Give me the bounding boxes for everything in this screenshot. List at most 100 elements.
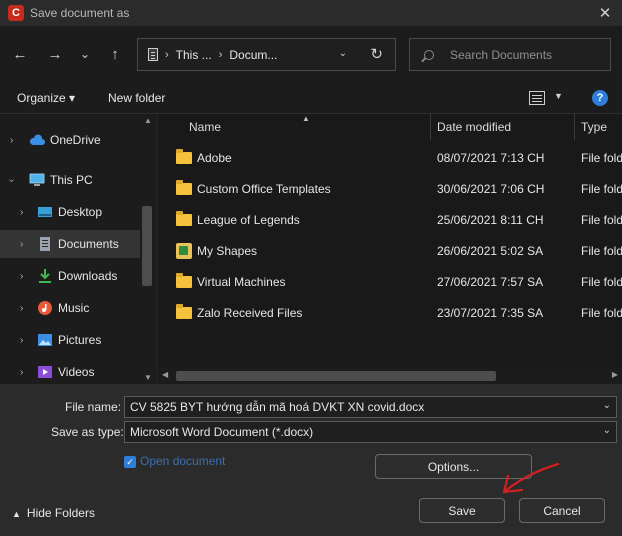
collapse-chevron-icon[interactable]: › bbox=[6, 178, 17, 181]
folder-icon bbox=[176, 180, 192, 195]
breadcrumb-documents[interactable]: Docum... bbox=[229, 48, 277, 62]
folder-icon bbox=[176, 211, 192, 226]
file-row-zalo-received-files[interactable]: Zalo Received Files 23/07/2021 7:35 SA F… bbox=[158, 298, 622, 329]
column-header-date-modified[interactable]: Date modified bbox=[431, 114, 575, 140]
hide-folders-label: Hide Folders bbox=[26, 506, 95, 520]
column-header-name[interactable]: Name bbox=[158, 114, 431, 140]
search-box[interactable]: Search Documents bbox=[409, 38, 611, 71]
expand-chevron-icon[interactable]: › bbox=[20, 367, 23, 378]
file-name: League of Legends bbox=[197, 213, 300, 227]
file-date: 30/06/2021 7:06 CH bbox=[437, 182, 545, 196]
file-list-horizontal-scrollbar[interactable]: ◀ ▶ bbox=[158, 368, 622, 384]
up-arrow-icon[interactable]: ↑ bbox=[104, 44, 126, 64]
organize-button[interactable]: Organize ▾ bbox=[17, 91, 75, 105]
file-name: Adobe bbox=[197, 151, 232, 165]
annotation-arrow-icon bbox=[502, 462, 560, 494]
music-icon bbox=[38, 301, 52, 315]
recent-locations-chevron-icon[interactable]: ⌄ bbox=[74, 44, 96, 64]
file-row-custom-office-templates[interactable]: Custom Office Templates 30/06/2021 7:06 … bbox=[158, 174, 622, 205]
file-row-my-shapes[interactable]: My Shapes 26/06/2021 5:02 SA File folder bbox=[158, 236, 622, 267]
tree-label: Downloads bbox=[58, 269, 118, 283]
save-as-type-select[interactable]: Microsoft Word Document (*.docx) ⌄ bbox=[124, 421, 617, 443]
breadcrumb-separator-icon: › bbox=[218, 48, 223, 61]
scrollbar-thumb[interactable] bbox=[142, 206, 152, 286]
command-bar: Organize ▾ New folder ▼ ? bbox=[0, 82, 622, 114]
tree-item-pictures[interactable]: › Pictures bbox=[0, 326, 140, 354]
shapes-folder-icon bbox=[176, 243, 192, 259]
forward-arrow-icon[interactable]: → bbox=[44, 44, 66, 64]
scrollbar-thumb[interactable] bbox=[176, 371, 496, 381]
file-name: Virtual Machines bbox=[197, 275, 286, 289]
tree-label: Pictures bbox=[58, 333, 102, 347]
file-type: File folder bbox=[581, 275, 622, 289]
expand-chevron-icon[interactable]: › bbox=[20, 303, 23, 314]
chevron-down-icon[interactable]: ⌄ bbox=[603, 400, 611, 411]
file-type: File folder bbox=[581, 244, 622, 258]
file-row-league-of-legends[interactable]: League of Legends 25/06/2021 8:11 CH Fil… bbox=[158, 205, 622, 236]
file-name: My Shapes bbox=[197, 244, 258, 258]
file-type: File folder bbox=[581, 182, 622, 196]
refresh-icon[interactable]: ↻ bbox=[370, 45, 383, 63]
scroll-down-icon[interactable]: ▼ bbox=[144, 373, 152, 382]
expand-chevron-icon[interactable]: › bbox=[20, 239, 23, 250]
help-icon[interactable]: ? bbox=[592, 90, 608, 106]
folder-icon bbox=[176, 304, 192, 319]
cloud-icon bbox=[29, 134, 45, 145]
search-input[interactable]: Search Documents bbox=[450, 48, 552, 62]
close-icon[interactable]: ✕ bbox=[594, 2, 616, 24]
tree-label: Desktop bbox=[58, 205, 103, 219]
tree-item-documents[interactable]: › Documents bbox=[0, 230, 140, 258]
tree-label: OneDrive bbox=[50, 133, 101, 147]
tree-item-videos[interactable]: › Videos bbox=[0, 358, 140, 384]
file-row-adobe[interactable]: Adobe 08/07/2021 7:13 CH File folder bbox=[158, 143, 622, 174]
breadcrumb-separator-icon: › bbox=[165, 48, 169, 61]
expand-chevron-icon[interactable]: › bbox=[10, 135, 13, 146]
scroll-right-icon[interactable]: ▶ bbox=[612, 370, 618, 379]
videos-icon bbox=[38, 366, 52, 378]
view-dropdown-chevron-icon[interactable]: ▼ bbox=[554, 91, 563, 101]
open-document-checkbox[interactable]: ✓ bbox=[124, 456, 136, 468]
column-header-type[interactable]: Type bbox=[575, 114, 622, 140]
save-button[interactable]: Save bbox=[419, 498, 505, 523]
hide-folders-button[interactable]: ▲ Hide Folders bbox=[12, 506, 95, 520]
expand-chevron-icon[interactable]: › bbox=[20, 271, 23, 282]
tree-item-music[interactable]: › Music bbox=[0, 294, 140, 322]
folder-icon bbox=[176, 273, 192, 288]
address-dropdown-chevron-icon[interactable]: ⌄ bbox=[339, 48, 347, 59]
scroll-left-icon[interactable]: ◀ bbox=[162, 370, 168, 379]
tree-label: This PC bbox=[50, 173, 93, 187]
tree-item-downloads[interactable]: › Downloads bbox=[0, 262, 140, 290]
view-options-icon[interactable] bbox=[529, 91, 545, 105]
folder-icon bbox=[176, 149, 192, 164]
documents-icon bbox=[40, 237, 50, 251]
cancel-button[interactable]: Cancel bbox=[519, 498, 605, 523]
tree-item-this-pc[interactable]: › This PC bbox=[0, 166, 140, 194]
file-row-virtual-machines[interactable]: Virtual Machines 27/06/2021 7:57 SA File… bbox=[158, 267, 622, 298]
file-date: 27/06/2021 7:57 SA bbox=[437, 275, 544, 289]
chevron-up-icon: ▲ bbox=[12, 509, 21, 519]
chevron-down-icon[interactable]: ⌄ bbox=[603, 425, 611, 436]
scroll-up-icon[interactable]: ▲ bbox=[144, 116, 152, 125]
pictures-icon bbox=[38, 334, 52, 346]
file-date: 25/06/2021 8:11 CH bbox=[437, 213, 544, 227]
expand-chevron-icon[interactable]: › bbox=[20, 207, 23, 218]
file-name: Zalo Received Files bbox=[197, 306, 303, 320]
expand-chevron-icon[interactable]: › bbox=[20, 335, 23, 346]
open-document-label[interactable]: Open document bbox=[140, 454, 225, 468]
tree-label: Videos bbox=[58, 365, 95, 379]
file-name-field[interactable]: CV 5825 BYT hướng dẫn mã hoá DVKT XN cov… bbox=[124, 396, 617, 418]
file-date: 23/07/2021 7:35 SA bbox=[437, 306, 544, 320]
breadcrumb-this-pc[interactable]: This ... bbox=[176, 48, 212, 62]
address-bar[interactable]: › This ... › Docum... ⌄ ↻ bbox=[137, 38, 396, 71]
navigation-bar: ← → ⌄ ↑ › This ... › Docum... ⌄ ↻ Search… bbox=[0, 26, 622, 82]
save-as-type-label: Save as type: bbox=[51, 425, 124, 439]
back-arrow-icon[interactable]: ← bbox=[9, 44, 31, 64]
tree-label: Documents bbox=[58, 237, 119, 251]
new-folder-button[interactable]: New folder bbox=[108, 91, 165, 105]
file-name-value[interactable]: CV 5825 BYT hướng dẫn mã hoá DVKT XN cov… bbox=[130, 400, 424, 414]
tree-item-desktop[interactable]: › Desktop bbox=[0, 198, 140, 226]
navigation-pane-scrollbar[interactable]: ▲ ▼ bbox=[140, 114, 156, 384]
tree-item-onedrive[interactable]: › OneDrive bbox=[0, 126, 140, 154]
file-type: File folder bbox=[581, 151, 622, 165]
file-type: File folder bbox=[581, 213, 622, 227]
